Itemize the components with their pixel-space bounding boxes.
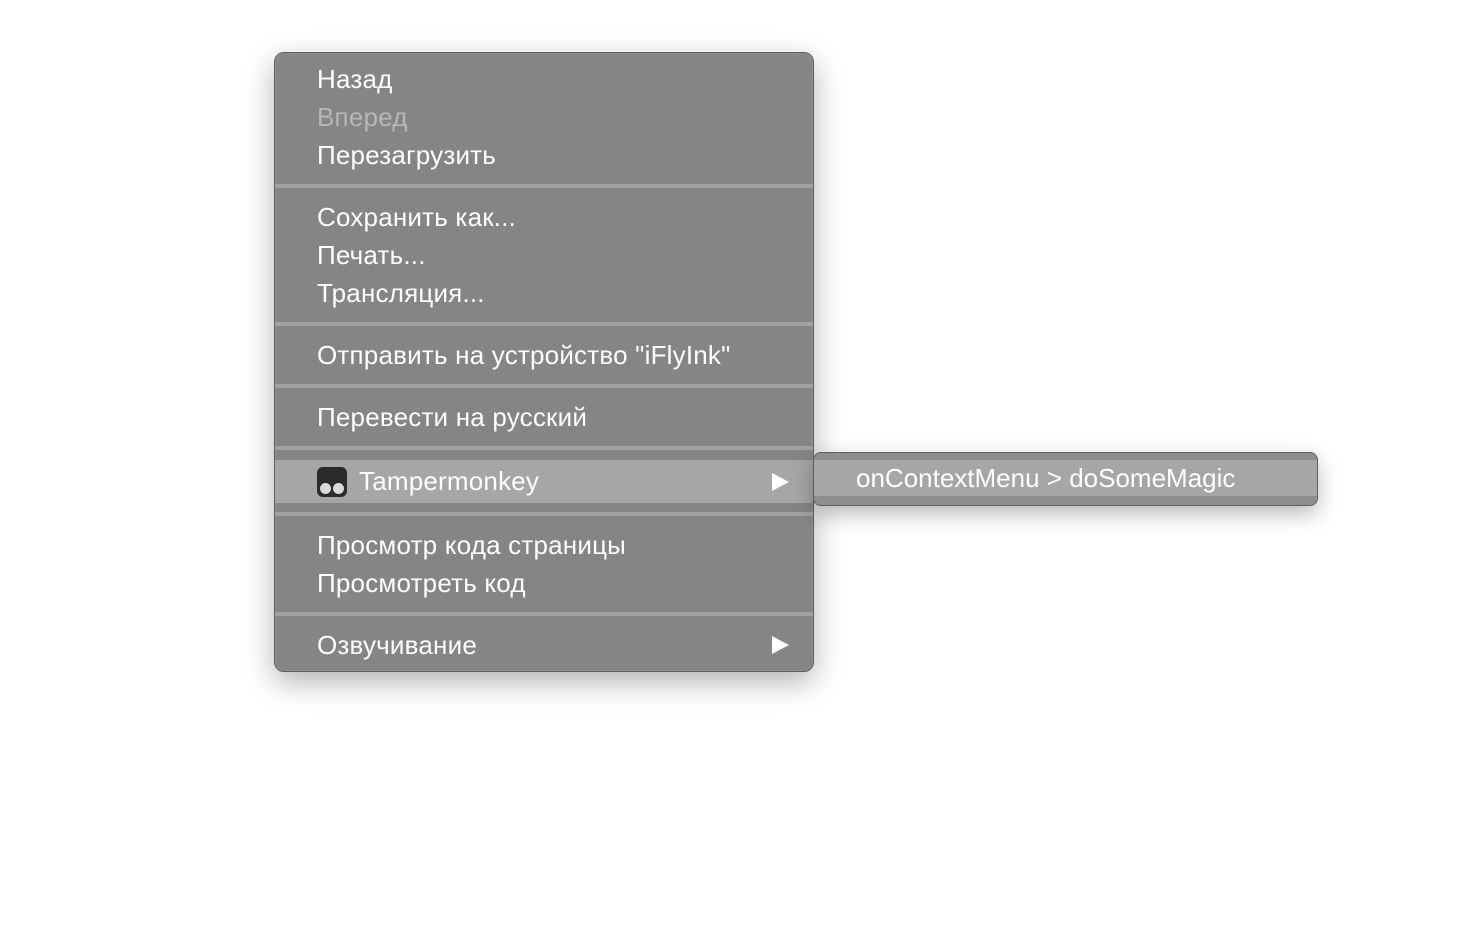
submenu-arrow-icon [772,472,789,491]
menu-item-view-source[interactable]: Просмотр кода страницы [275,526,813,564]
menu-item-speech-label: Озвучивание [317,629,477,660]
menu-item-send-to-device[interactable]: Отправить на устройство "iFlyInk" [275,336,813,374]
menu-item-translate[interactable]: Перевести на русский [275,398,813,436]
menu-separator [275,384,813,388]
menu-item-print[interactable]: Печать... [275,236,813,274]
tampermonkey-icon [317,466,347,497]
submenu-arrow-icon [772,636,789,654]
menu-separator [275,612,813,616]
menu-item-speech[interactable]: Озвучивание [275,626,813,664]
menu-item-inspect[interactable]: Просмотреть код [275,564,813,602]
menu-separator [275,512,813,516]
menu-item-save-as[interactable]: Сохранить как... [275,198,813,236]
submenu-item-do-some-magic[interactable]: onContextMenu > doSomeMagic [814,460,1317,496]
tampermonkey-submenu: onContextMenu > doSomeMagic [813,452,1318,506]
menu-item-tampermonkey[interactable]: Tampermonkey [275,460,813,503]
menu-item-back[interactable]: Назад [275,60,813,98]
menu-item-cast[interactable]: Трансляция... [275,274,813,312]
menu-item-forward: Вперед [317,101,408,132]
menu-item-tampermonkey-label: Tampermonkey [359,466,540,496]
context-menu: Назад Вперед Перезагрузить Сохранить как… [274,52,814,672]
tampermonkey-icon-eye-left [320,482,331,494]
menu-separator [275,322,813,326]
tampermonkey-icon-eye-right [333,482,344,494]
menu-item-reload[interactable]: Перезагрузить [275,136,813,174]
menu-separator [275,184,813,188]
menu-separator [275,446,813,450]
